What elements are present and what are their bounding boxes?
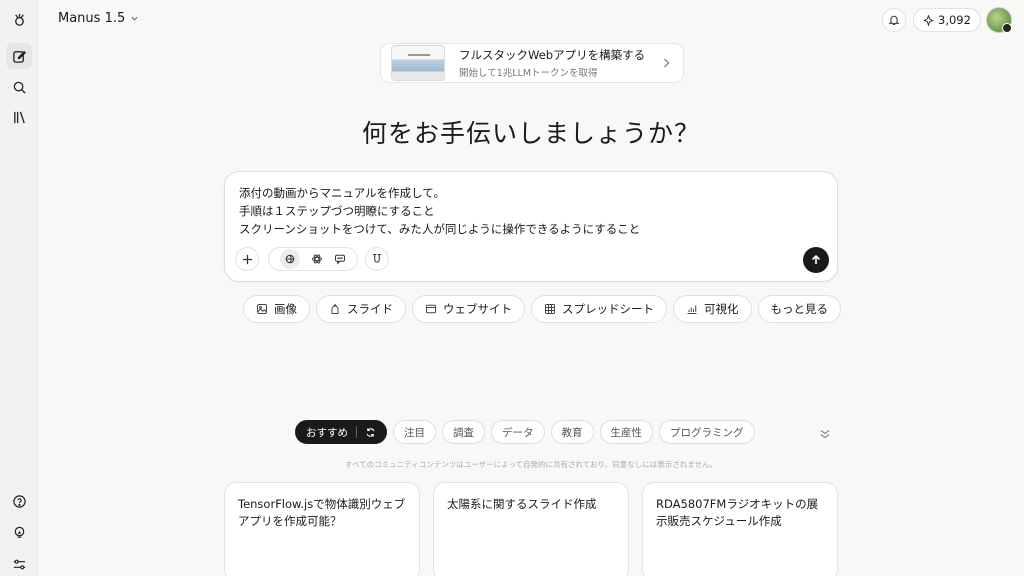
atom-icon xyxy=(311,253,323,265)
refresh-icon[interactable] xyxy=(365,427,376,438)
chat-tool-button[interactable] xyxy=(334,253,346,265)
community-card[interactable]: 太陽系に関するスライド作成 xyxy=(433,482,629,576)
avatar-status-badge xyxy=(1002,23,1012,33)
edit-icon xyxy=(12,49,27,64)
lightbulb-icon xyxy=(12,525,27,540)
chevron-down-icon xyxy=(130,14,139,23)
credits-count: 3,092 xyxy=(938,13,971,27)
tool-selector[interactable] xyxy=(268,247,358,271)
prompt-input[interactable]: 添付の動画からマニュアルを作成して。 手順は１ステップづつ明瞭にすること スクリ… xyxy=(239,184,640,238)
tips-button[interactable] xyxy=(6,519,32,545)
attach-button[interactable] xyxy=(235,247,259,271)
search-icon xyxy=(12,80,27,95)
chip-label: 可視化 xyxy=(704,302,739,316)
connector-icon xyxy=(371,253,383,265)
browser-icon xyxy=(425,303,437,315)
chip-image[interactable]: 画像 xyxy=(243,295,310,323)
model-selector[interactable]: Manus 1.5 xyxy=(58,11,139,26)
credits-button[interactable]: 3,092 xyxy=(913,8,981,32)
chat-icon xyxy=(334,253,346,265)
sparkle-icon xyxy=(923,14,934,26)
chip-slides[interactable]: スライド xyxy=(316,295,406,323)
send-button[interactable] xyxy=(803,247,829,273)
agent-tool-button[interactable] xyxy=(311,253,323,265)
app-title: Manus 1.5 xyxy=(58,11,126,26)
chip-label: もっと見る xyxy=(770,302,829,316)
filter-recommended[interactable]: おすすめ xyxy=(295,420,387,444)
chip-spreadsheet[interactable]: スプレッドシート xyxy=(531,295,667,323)
prompt-composer[interactable]: 添付の動画からマニュアルを作成して。 手順は１ステップづつ明瞭にすること スクリ… xyxy=(224,171,838,282)
filter-label: おすすめ xyxy=(306,426,348,439)
filter-featured[interactable]: 注目 xyxy=(393,420,436,444)
connectors-button[interactable] xyxy=(365,247,389,271)
chart-icon xyxy=(686,303,698,315)
arrow-up-icon xyxy=(810,254,822,266)
community-card[interactable]: TensorFlow.jsで物体識別ウェブアプリを作成可能？ xyxy=(224,482,420,576)
notifications-button[interactable] xyxy=(882,8,906,32)
community-filters: おすすめ 注目 調査 データ 教育 生産性 プログラミング xyxy=(295,420,755,444)
plus-icon xyxy=(242,254,253,265)
help-button[interactable] xyxy=(6,488,32,514)
filter-education[interactable]: 教育 xyxy=(550,420,594,444)
browser-tool-button[interactable] xyxy=(280,249,301,269)
bell-icon xyxy=(888,14,900,26)
table-icon xyxy=(544,303,556,315)
slide-icon xyxy=(329,303,341,315)
chip-label: スライド xyxy=(347,302,393,316)
sliders-icon xyxy=(12,557,27,572)
filter-productivity[interactable]: 生産性 xyxy=(599,420,653,444)
filter-research[interactable]: 調査 xyxy=(442,420,485,444)
chip-label: スプレッドシート xyxy=(562,302,654,316)
community-card[interactable]: RDA5807FMラジオキットの展示販売スケジュール作成 xyxy=(642,482,838,576)
expand-chevron-icon[interactable] xyxy=(818,427,832,441)
help-icon xyxy=(12,494,27,509)
chip-more[interactable]: もっと見る xyxy=(757,295,841,323)
image-icon xyxy=(256,303,268,315)
promo-subtitle: 開始して1兆LLMトークンを取得 xyxy=(459,68,598,79)
sidebar xyxy=(0,0,38,576)
promo-thumbnail xyxy=(391,45,445,81)
browser-tool-icon xyxy=(284,253,296,265)
community-disclaimer: すべてのコミュニティコンテンツはユーザーによって自発的に共有されており、同意なし… xyxy=(345,460,717,469)
filter-programming[interactable]: プログラミング xyxy=(659,420,755,444)
chip-label: ウェブサイト xyxy=(443,302,512,316)
logo-icon[interactable] xyxy=(6,6,32,32)
chip-visualize[interactable]: 可視化 xyxy=(673,295,752,323)
promo-banner[interactable]: フルスタックWebアプリを構築する 開始して1兆LLMトークンを取得 xyxy=(380,43,684,83)
promo-title: フルスタックWebアプリを構築する xyxy=(459,48,646,62)
chip-label: 画像 xyxy=(274,302,297,316)
chip-website[interactable]: ウェブサイト xyxy=(412,295,525,323)
filter-data[interactable]: データ xyxy=(491,420,545,444)
quick-action-chips: 画像 スライド ウェブサイト スプレッドシート 可視化 もっと見る xyxy=(243,295,841,323)
settings-button[interactable] xyxy=(6,551,32,576)
search-button[interactable] xyxy=(6,74,32,100)
page-headline: 何をお手伝いしましょうか？ xyxy=(361,119,700,148)
new-task-button[interactable] xyxy=(6,43,32,69)
